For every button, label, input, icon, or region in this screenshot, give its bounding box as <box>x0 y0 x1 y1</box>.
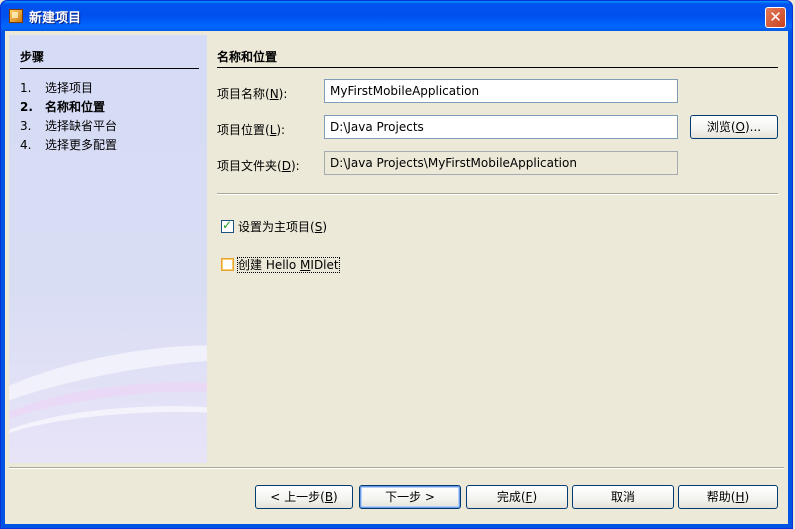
set-main-project-label: 设置为主项目(S) <box>238 220 327 234</box>
create-midlet-checkbox[interactable] <box>221 258 234 271</box>
section-title: 名称和位置 <box>217 50 278 64</box>
title-bar[interactable]: 新建项目 ✕ <box>1 1 792 31</box>
dialog-client-area: 步骤 1. 选择项目 2. 名称和位置 3. 选择缺省平台 4. 选择更多配置 名称和位… <box>5 31 788 524</box>
button-bar-divider <box>9 467 784 469</box>
set-main-project-row[interactable]: 设置为主项目(S) <box>221 218 327 235</box>
form-divider <box>217 193 778 195</box>
step-item: 1. 选择项目 <box>20 81 94 95</box>
project-name-input[interactable] <box>324 79 678 103</box>
project-folder-field <box>324 151 678 175</box>
step-item: 3. 选择缺省平台 <box>20 119 118 133</box>
create-midlet-row[interactable]: 创建 Hello MIDlet <box>221 256 340 273</box>
steps-panel: 步骤 1. 选择项目 2. 名称和位置 3. 选择缺省平台 4. 选择更多配置 <box>9 35 207 463</box>
step-item-current: 2. 名称和位置 <box>20 100 106 114</box>
step-label: 名称和位置 <box>45 100 106 114</box>
project-location-label: 项目位置(L): <box>217 123 286 137</box>
finish-button[interactable]: 完成(F) <box>466 485 568 509</box>
browse-button[interactable]: 浏览(O)... <box>690 115 778 139</box>
new-project-dialog: 新建项目 ✕ 步骤 1. 选择项目 2. 名称和位置 3. 选择缺省平台 4. 选择更多… <box>0 0 793 529</box>
close-button[interactable]: ✕ <box>765 7 786 28</box>
steps-divider <box>20 68 199 69</box>
set-main-project-checkbox[interactable] <box>221 218 234 233</box>
name-location-panel: 名称和位置 项目名称(N): 项目位置(L): 浏览(O)... 项目文件夹(D… <box>207 35 788 463</box>
steps-list: 1. 选择项目 2. 名称和位置 3. 选择缺省平台 4. 选择更多配置 <box>20 79 117 155</box>
app-icon <box>9 9 23 23</box>
cancel-button[interactable]: 取消 <box>572 485 674 509</box>
project-name-label: 项目名称(N): <box>217 87 288 101</box>
steps-heading: 步骤 <box>20 50 45 64</box>
window-title: 新建项目 <box>29 11 82 26</box>
step-item: 4. 选择更多配置 <box>20 138 118 152</box>
step-label: 选择更多配置 <box>45 138 118 152</box>
step-label: 选择项目 <box>45 81 94 95</box>
project-location-input[interactable] <box>324 115 678 139</box>
project-folder-label: 项目文件夹(D): <box>217 159 300 173</box>
next-button[interactable]: 下一步 > <box>359 485 461 509</box>
section-divider <box>217 67 778 68</box>
help-button[interactable]: 帮助(H) <box>678 485 778 509</box>
step-label: 选择缺省平台 <box>45 119 118 133</box>
back-button[interactable]: < 上一步(B) <box>255 485 353 509</box>
create-midlet-label: 创建 Hello MIDlet <box>237 257 340 273</box>
close-icon: ✕ <box>769 8 782 26</box>
